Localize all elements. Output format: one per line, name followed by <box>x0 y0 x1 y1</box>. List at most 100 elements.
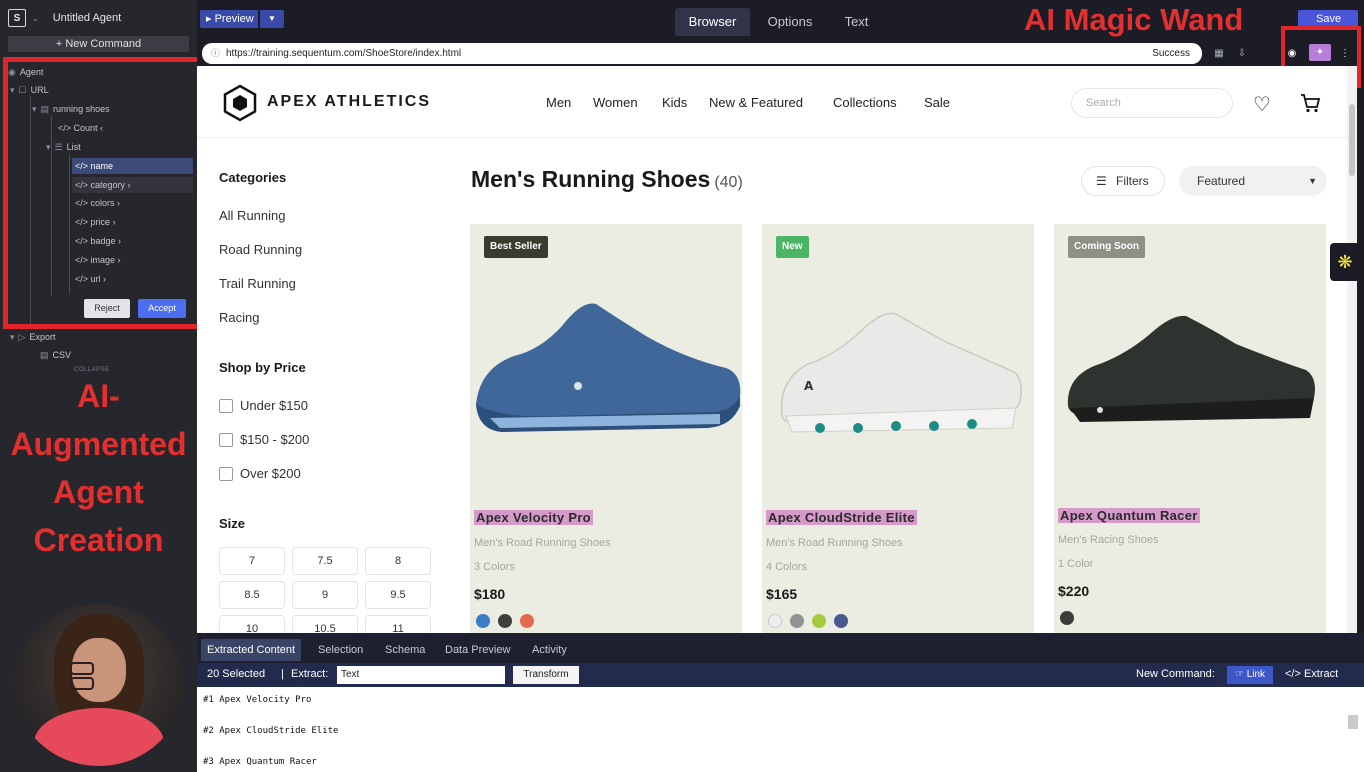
preview-button[interactable]: ▸ Preview <box>200 10 258 28</box>
app-logo-icon[interactable]: S <box>8 9 26 27</box>
chevron-down-icon[interactable]: ⌄ <box>32 14 39 23</box>
svg-text:A: A <box>804 379 814 393</box>
size-option[interactable]: 9 <box>292 581 358 609</box>
browser-viewport: APEX ATHLETICS Men Women Kids New & Feat… <box>197 66 1357 633</box>
expand-icon: ▾ <box>10 332 15 342</box>
color-swatch[interactable] <box>476 614 490 628</box>
tab-text[interactable]: Text <box>829 8 884 36</box>
annotation-line: AI- <box>77 378 120 414</box>
tree-item-csv[interactable]: ▤ CSV <box>40 347 71 363</box>
tree-item-export[interactable]: ▾ ▷ Export <box>10 329 55 345</box>
brand-name[interactable]: APEX ATHLETICS <box>267 93 431 111</box>
product-category: Men's Racing Shoes <box>1058 534 1159 546</box>
new-command-button[interactable]: + New Command <box>8 36 189 52</box>
annotation-box-left <box>3 57 206 329</box>
checkbox[interactable] <box>219 432 233 447</box>
search-input[interactable]: Search <box>1071 88 1233 118</box>
category-link[interactable]: Trail Running <box>219 276 296 291</box>
heart-icon[interactable]: ♡ <box>1253 92 1271 117</box>
price-filter[interactable]: Under $150 <box>219 398 308 413</box>
play-icon: ▸ <box>206 13 215 25</box>
size-option[interactable]: 10.5 <box>292 615 358 633</box>
color-swatch[interactable] <box>520 614 534 628</box>
product-category: Men's Road Running Shoes <box>766 537 903 549</box>
color-swatch[interactable] <box>812 614 826 628</box>
content-scrollbar[interactable] <box>1348 715 1358 729</box>
annotation-magic-wand: AI Magic Wand <box>1024 2 1244 37</box>
nav-sale[interactable]: Sale <box>924 95 950 110</box>
product-name[interactable]: Apex CloudStride Elite <box>766 510 917 525</box>
tab-extracted-content[interactable]: Extracted Content <box>201 639 302 661</box>
checkbox[interactable] <box>219 398 233 413</box>
nav-kids[interactable]: Kids <box>662 95 687 110</box>
selected-count: 20 Selected <box>207 668 266 680</box>
category-link[interactable]: All Running <box>219 208 286 223</box>
product-card[interactable]: Best Seller Apex Velocity Pro Men's Road… <box>470 224 742 633</box>
size-option[interactable]: 9.5 <box>365 581 431 609</box>
extract-type-input[interactable]: Text <box>337 666 505 684</box>
product-category: Men's Road Running Shoes <box>474 537 611 549</box>
link-button[interactable]: ☞ Link <box>1227 666 1273 684</box>
grid-icon[interactable]: ▦ <box>1212 47 1226 61</box>
size-option[interactable]: 10 <box>219 615 285 633</box>
filters-button[interactable]: ☰ Filters <box>1081 166 1165 196</box>
product-name[interactable]: Apex Velocity Pro <box>474 510 593 525</box>
price-heading: Shop by Price <box>219 360 306 375</box>
extract-button[interactable]: </> Extract <box>1285 668 1338 680</box>
product-image[interactable] <box>1054 286 1326 446</box>
app-root: S ⌄ Untitled Agent + New Command ◉ Agent … <box>0 0 1364 772</box>
tree-label: Export <box>29 332 56 342</box>
nav-women[interactable]: Women <box>593 95 638 110</box>
sort-value: Featured <box>1197 174 1246 188</box>
product-image[interactable] <box>470 286 742 446</box>
product-card[interactable]: Coming Soon Apex Quantum Racer Men's Rac… <box>1054 224 1326 633</box>
page-scroll-thumb[interactable] <box>1349 104 1355 176</box>
color-swatch[interactable] <box>1060 611 1074 625</box>
tab-activity[interactable]: Activity <box>532 639 567 661</box>
tab-data-preview[interactable]: Data Preview <box>445 639 510 661</box>
agent-tree-panel: S ⌄ Untitled Agent + New Command ◉ Agent … <box>0 0 206 772</box>
size-option[interactable]: 7.5 <box>292 547 358 575</box>
price-filter[interactable]: Over $200 <box>219 466 301 481</box>
nav-collections[interactable]: Collections <box>833 95 897 110</box>
preview-dropdown-icon[interactable]: ▼ <box>260 10 284 28</box>
price-filter[interactable]: $150 - $200 <box>219 432 309 447</box>
tab-browser[interactable]: Browser <box>675 8 750 36</box>
size-option[interactable]: 8 <box>365 547 431 575</box>
cart-icon[interactable] <box>1299 92 1321 114</box>
sort-select[interactable]: Featured ▼ <box>1179 166 1327 196</box>
color-swatch[interactable] <box>768 614 782 628</box>
product-image[interactable]: A <box>762 286 1034 446</box>
ai-assistant-icon[interactable]: ❋ <box>1330 243 1360 281</box>
size-option[interactable]: 8.5 <box>219 581 285 609</box>
price-filter-label: Under $150 <box>240 398 308 413</box>
color-swatch[interactable] <box>498 614 512 628</box>
download-icon[interactable]: ⇩ <box>1235 47 1249 61</box>
color-swatch[interactable] <box>790 614 804 628</box>
product-price: $180 <box>474 586 506 602</box>
color-swatch[interactable] <box>834 614 848 628</box>
checkbox[interactable] <box>219 466 233 481</box>
brand-logo-icon[interactable] <box>221 84 259 122</box>
filters-label: Filters <box>1116 174 1149 188</box>
nav-men[interactable]: Men <box>546 95 571 110</box>
category-link[interactable]: Road Running <box>219 242 302 257</box>
tab-selection[interactable]: Selection <box>318 639 363 661</box>
page-title-text: Men's Running Shoes <box>471 166 711 192</box>
url-field[interactable]: ⓘ https://training.sequentum.com/ShoeSto… <box>202 43 1202 64</box>
tab-schema[interactable]: Schema <box>385 639 425 661</box>
tab-options[interactable]: Options <box>755 8 825 36</box>
category-link[interactable]: Racing <box>219 310 259 325</box>
agent-title[interactable]: Untitled Agent <box>53 12 122 24</box>
nav-new-featured[interactable]: New & Featured <box>709 95 803 110</box>
product-name[interactable]: Apex Quantum Racer <box>1058 508 1200 523</box>
product-card[interactable]: New A Apex CloudStride Elite Men's Road … <box>762 224 1034 633</box>
size-heading: Size <box>219 516 246 531</box>
transform-button[interactable]: Transform <box>513 666 579 684</box>
left-header: S ⌄ Untitled Agent <box>0 0 197 36</box>
size-option[interactable]: 11 <box>365 615 431 633</box>
extract-label: Extract: <box>291 668 329 680</box>
chevron-down-icon: ▼ <box>1308 176 1317 186</box>
size-option[interactable]: 7 <box>219 547 285 575</box>
extracted-content: #1 Apex Velocity Pro #2 Apex CloudStride… <box>197 687 1364 772</box>
